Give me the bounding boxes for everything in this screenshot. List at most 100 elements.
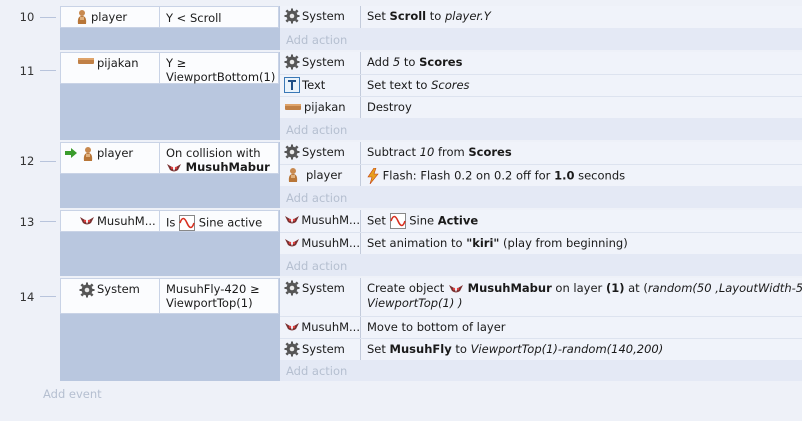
add-action-link[interactable]: Add action: [286, 33, 347, 47]
action-text[interactable]: Destroy: [360, 97, 802, 118]
condition-text-line: ViewportTop(1): [166, 296, 253, 310]
enemy-icon: [80, 217, 94, 225]
action-object[interactable]: MusuhM...: [284, 210, 360, 230]
gear-icon: [284, 54, 300, 70]
condition-row[interactable]: pijakan Y ≥ ViewportBottom(1): [60, 52, 279, 84]
action-object[interactable]: System: [284, 278, 360, 298]
action-row[interactable]: player Flash: Flash 0.2 on 0.2 off for 1…: [280, 164, 802, 186]
action-row[interactable]: System Subtract 10 from Scores: [280, 142, 802, 164]
condition-text[interactable]: Y < Scroll: [159, 7, 278, 27]
action-object[interactable]: MusuhM...: [284, 317, 360, 337]
condition-row[interactable]: MusuhM... Is Sine active: [60, 210, 279, 232]
action-text[interactable]: Set Scroll to player.Y: [360, 6, 802, 28]
condition-object[interactable]: pijakan: [61, 53, 159, 86]
condition-row[interactable]: player On collision with MusuhMabur: [60, 142, 279, 174]
condition-text-line: On collision with: [166, 146, 261, 160]
action-text-part: Set: [367, 9, 390, 23]
action-text-italic: player.Y: [444, 9, 491, 23]
action-object[interactable]: System: [284, 6, 360, 26]
condition-text-part: Is: [166, 215, 180, 230]
condition-text-line: MusuhFly-420 ≥: [166, 282, 260, 296]
action-object[interactable]: System: [284, 142, 360, 162]
action-text-bold: MusuhMabur: [467, 281, 552, 295]
action-text-bold: MusuhFly: [389, 342, 452, 356]
condition-object[interactable]: MusuhM...: [61, 211, 159, 231]
action-text-part: Set text to: [367, 78, 432, 92]
action-row[interactable]: MusuhM... Set animation to "kiri" (play …: [280, 232, 802, 254]
action-object[interactable]: player: [284, 165, 360, 185]
action-text-part: Subtract: [367, 145, 420, 159]
condition-text[interactable]: MusuhFly-420 ≥ ViewportTop(1): [159, 279, 278, 313]
gear-icon: [284, 341, 300, 357]
action-object[interactable]: Text: [284, 75, 360, 95]
action-text[interactable]: Flash: Flash 0.2 on 0.2 off for 1.0 seco…: [360, 165, 802, 186]
action-object-label: System: [302, 9, 345, 23]
condition-text-part: Sine active: [195, 215, 263, 230]
action-object-label: System: [302, 55, 345, 69]
action-text[interactable]: Create object MusuhMabur on layer (1) at…: [360, 278, 802, 316]
player-icon: [77, 10, 87, 24]
action-object-label: MusuhM...: [301, 236, 360, 250]
enemy-icon: [285, 239, 299, 247]
condition-object[interactable]: System: [61, 279, 159, 316]
action-row[interactable]: System Create object MusuhMabur on layer…: [280, 278, 802, 316]
condition-object-label: player: [91, 10, 128, 24]
action-text-italic: ViewportTop(1)-random(140,200): [470, 342, 664, 356]
action-row[interactable]: System Set Scroll to player.Y: [280, 6, 802, 28]
condition-text-line: ViewportBottom(1): [166, 70, 276, 84]
action-text-part: from: [434, 145, 469, 159]
action-text-bold: 1.0: [554, 168, 575, 183]
action-row[interactable]: System Set MusuhFly to ViewportTop(1)-ra…: [280, 338, 802, 360]
add-action-link[interactable]: Add action: [286, 259, 347, 273]
event-number: 13: [19, 215, 35, 229]
condition-row[interactable]: System MusuhFly-420 ≥ ViewportTop(1): [60, 278, 279, 314]
action-text[interactable]: Move to bottom of layer: [360, 317, 802, 338]
add-event-link[interactable]: Add event: [43, 387, 102, 401]
action-text-part: Add: [367, 55, 393, 69]
add-action-link[interactable]: Add action: [286, 191, 347, 205]
gear-icon: [284, 8, 300, 24]
action-row[interactable]: MusuhM... Move to bottom of layer: [280, 316, 802, 338]
action-text[interactable]: Set Sine Active: [360, 210, 802, 232]
condition-object[interactable]: player: [61, 143, 159, 176]
collision-target: MusuhMabur: [185, 160, 270, 174]
action-text[interactable]: Add 5 to Scores: [360, 52, 802, 74]
enemy-icon: [285, 216, 299, 224]
condition-text[interactable]: Y ≥ ViewportBottom(1): [159, 53, 278, 84]
player-icon: [288, 168, 298, 182]
text-icon: [284, 77, 300, 93]
add-action-link[interactable]: Add action: [286, 364, 347, 378]
action-text-part: Create object: [367, 281, 448, 295]
action-text-part: Flash: Flash 0.2 on 0.2 off for: [382, 168, 555, 183]
condition-text-line: MusuhMabur: [166, 160, 274, 174]
action-text[interactable]: Set animation to "kiri" (play from begin…: [360, 233, 802, 254]
action-text-bold: Scroll: [389, 9, 427, 23]
action-text[interactable]: Set text to Scores: [360, 75, 802, 96]
condition-row[interactable]: player Y < Scroll: [60, 6, 279, 28]
enemy-icon: [448, 284, 463, 292]
condition-text[interactable]: On collision with MusuhMabur: [159, 143, 278, 174]
platform-icon: [285, 104, 301, 110]
action-object[interactable]: MusuhM...: [284, 233, 360, 253]
condition-object[interactable]: player: [61, 7, 159, 27]
event-connector: [40, 17, 56, 18]
action-row[interactable]: pijakan Destroy: [280, 96, 802, 118]
action-object[interactable]: System: [284, 52, 360, 72]
action-text[interactable]: Set MusuhFly to ViewportTop(1)-random(14…: [360, 339, 802, 360]
event-number: 14: [19, 290, 35, 304]
sine-icon: [179, 215, 196, 231]
action-row[interactable]: MusuhM... Set Sine Active: [280, 210, 802, 232]
action-text-bold: "kiri": [466, 236, 500, 250]
action-text-part: Move to bottom of layer: [367, 320, 506, 334]
action-object[interactable]: System: [284, 339, 360, 359]
action-row[interactable]: Text Set text to Scores: [280, 74, 802, 96]
event-number: 11: [19, 64, 35, 78]
action-row[interactable]: System Add 5 to Scores: [280, 52, 802, 74]
action-text-part: to: [451, 342, 471, 356]
action-text[interactable]: Subtract 10 from Scores: [360, 142, 802, 164]
platform-icon: [78, 58, 94, 64]
action-object[interactable]: pijakan: [284, 97, 360, 117]
add-action-link[interactable]: Add action: [286, 123, 347, 137]
condition-text[interactable]: Is Sine active: [159, 211, 278, 231]
action-text-bold: Scores: [468, 145, 512, 159]
